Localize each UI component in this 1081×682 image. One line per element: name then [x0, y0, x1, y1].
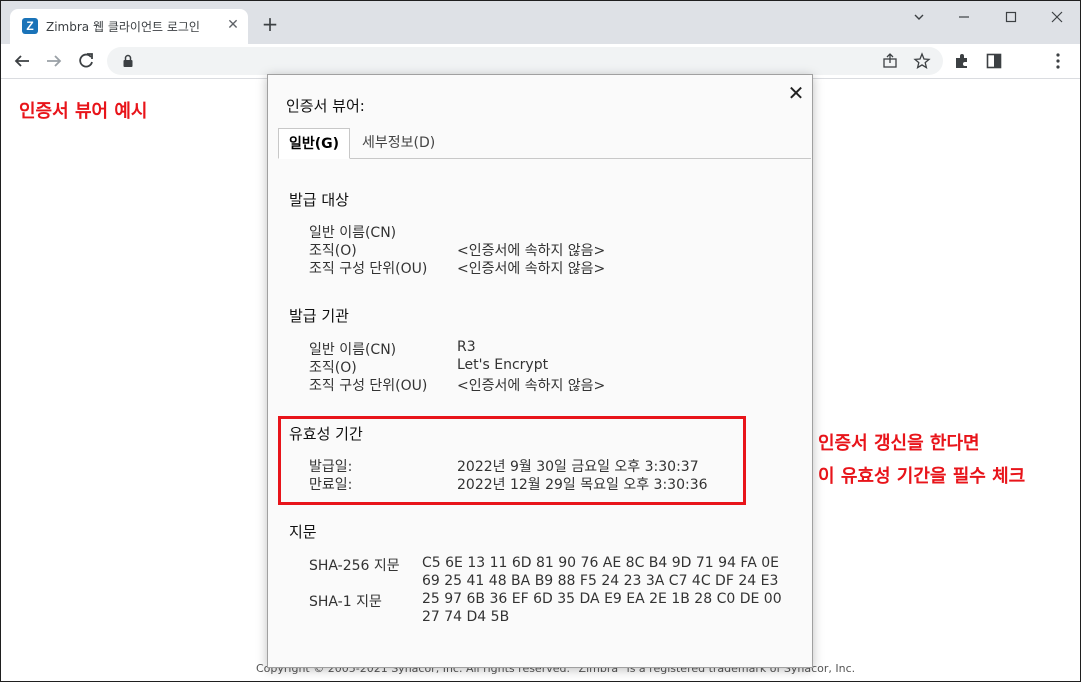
field-label: SHA-256 지문	[309, 558, 400, 574]
tab-general[interactable]: 일반(G)	[278, 128, 351, 159]
field-value: C5 6E 13 11 6D 81 90 76 AE 8C B4 9D 71 9…	[422, 555, 779, 571]
minimize-icon[interactable]	[954, 7, 974, 27]
field-value: 27 74 D4 5B	[422, 609, 510, 625]
address-bar[interactable]	[107, 47, 943, 75]
share-icon[interactable]	[880, 51, 900, 71]
field-label: 조직 구성 단위(OU)	[309, 261, 428, 277]
issued-to-heading: 발급 대상	[289, 191, 349, 209]
tab-title: Zimbra 웹 클라이언트 로그인	[46, 20, 200, 34]
maximize-icon[interactable]	[1001, 7, 1021, 27]
zimbra-favicon-icon: Z	[22, 18, 38, 34]
lock-icon[interactable]	[120, 53, 136, 69]
field-value: Let's Encrypt	[457, 357, 549, 373]
kebab-menu-icon[interactable]	[1047, 50, 1069, 72]
annotation-left-label: 인증서 뷰어 예시	[19, 101, 148, 122]
fingerprint-heading: 지문	[289, 523, 317, 541]
field-value: 25 97 6B 36 EF 6D 35 DA E9 EA 2E 1B 28 C…	[422, 591, 782, 607]
tab-search-icon[interactable]	[909, 7, 929, 27]
new-tab-button[interactable]: +	[260, 14, 280, 34]
window-close-icon[interactable]	[1047, 7, 1067, 27]
field-value: <인증서에 속하지 않음>	[457, 261, 606, 277]
forward-arrow-icon[interactable]	[43, 50, 65, 72]
issued-by-heading: 발급 기관	[289, 307, 349, 325]
annotation-right-line1: 인증서 갱신을 한다면	[818, 433, 980, 454]
field-label: 조직(O)	[309, 243, 357, 259]
field-value: <인증서에 속하지 않음>	[457, 378, 606, 394]
field-label: 일반 이름(CN)	[309, 225, 397, 241]
reload-icon[interactable]	[75, 50, 97, 72]
dialog-title: 인증서 뷰어:	[286, 97, 365, 115]
extensions-puzzle-icon[interactable]	[951, 50, 973, 72]
tab-close-icon[interactable]: ✕	[224, 16, 242, 34]
browser-tab[interactable]: Z Zimbra 웹 클라이언트 로그인 ✕	[10, 9, 248, 45]
field-label: 조직 구성 단위(OU)	[309, 378, 428, 394]
field-label: 일반 이름(CN)	[309, 342, 397, 358]
side-panel-icon[interactable]	[983, 50, 1005, 72]
field-value: 69 25 41 48 BA B9 88 F5 24 23 3A C7 4C D…	[422, 573, 779, 589]
field-label: 조직(O)	[309, 360, 357, 376]
field-value: R3	[457, 339, 476, 355]
validity-highlight-box	[278, 416, 746, 505]
browser-tab-strip: Z Zimbra 웹 클라이언트 로그인 ✕ +	[1, 1, 1080, 45]
field-value: <인증서에 속하지 않음>	[457, 243, 606, 259]
dialog-close-icon[interactable]: ✕	[784, 81, 808, 105]
certificate-viewer-dialog: 인증서 뷰어: ✕ 일반(G) 세부정보(D) 발급 대상 일반 이름(CN) …	[267, 74, 813, 668]
tab-details[interactable]: 세부정보(D)	[352, 128, 445, 159]
field-label: SHA-1 지문	[309, 594, 382, 610]
annotation-right-line2: 이 유효성 기간을 필수 체크	[818, 466, 1026, 487]
bookmark-star-icon[interactable]	[912, 51, 932, 71]
dialog-tabs: 일반(G) 세부정보(D)	[278, 128, 811, 159]
back-arrow-icon[interactable]	[11, 50, 33, 72]
